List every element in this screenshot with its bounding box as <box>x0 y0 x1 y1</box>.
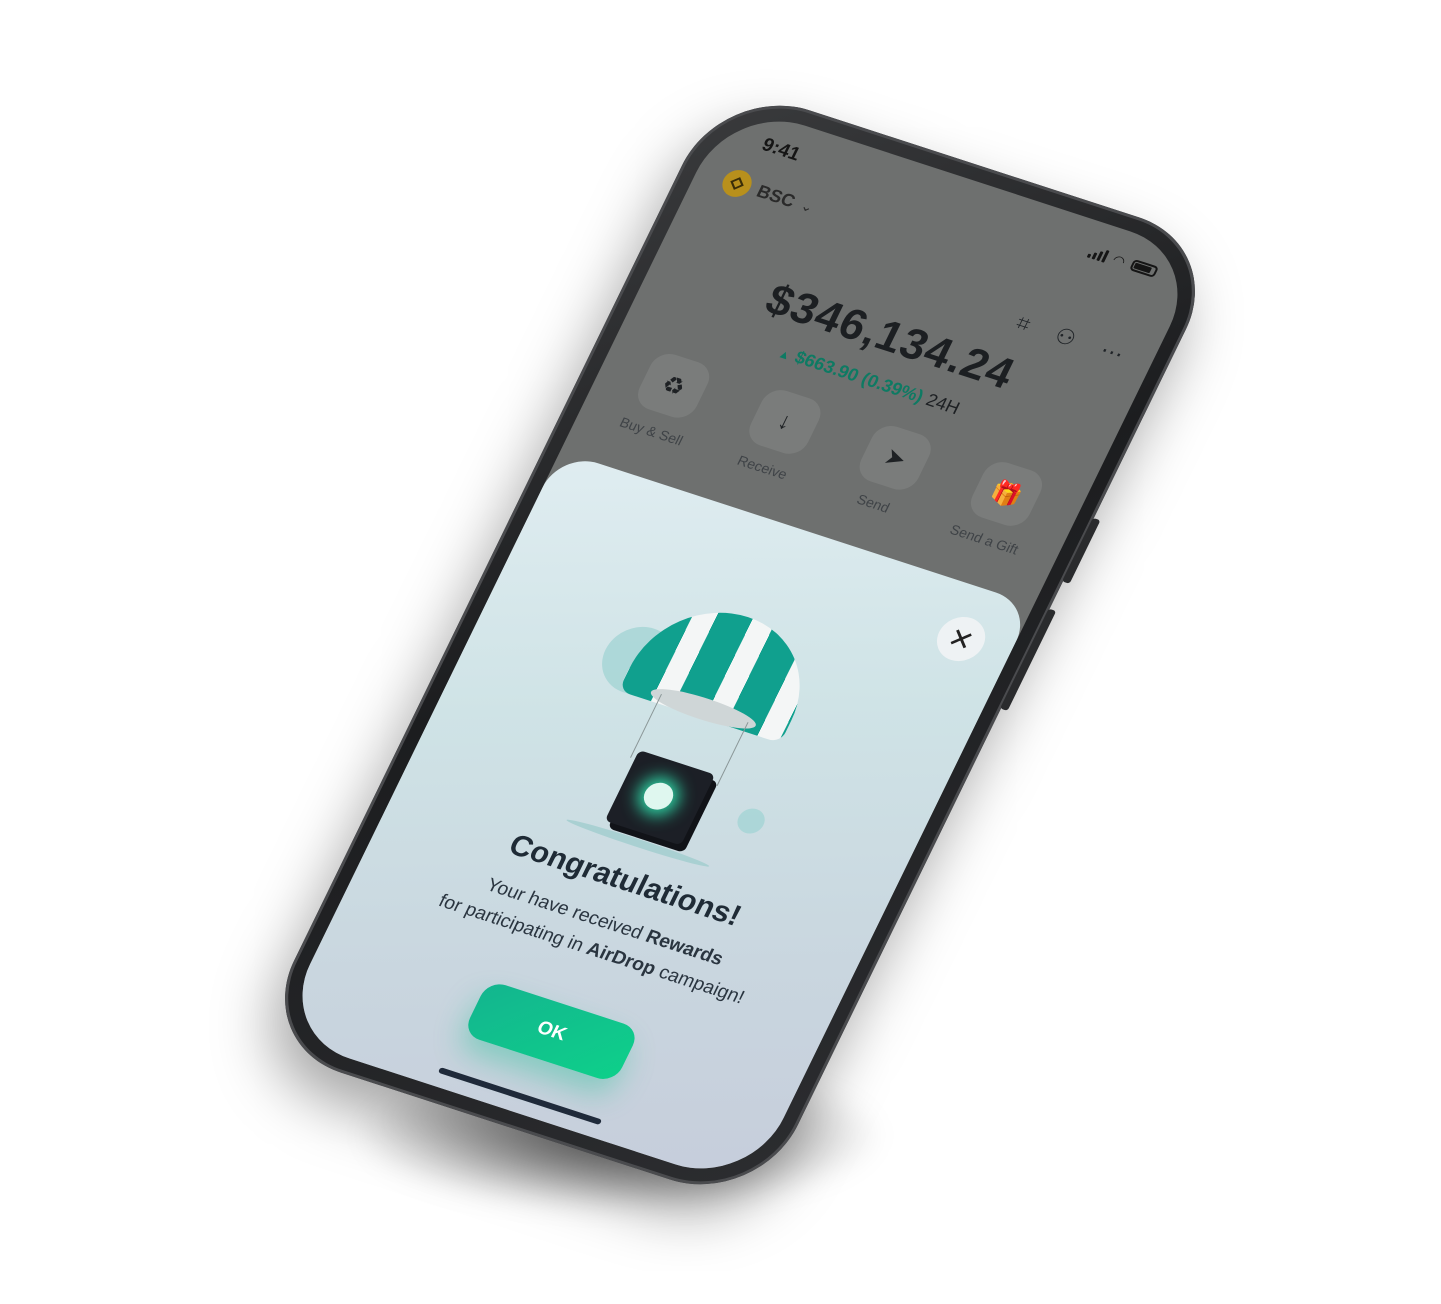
send-label: Send <box>854 490 893 516</box>
phone-device: 9:41 ◠ BSC ⌄ ⌗ ⚇ ⋯ $346,134.24 ▲ $663.90… <box>253 82 1227 1208</box>
receive-label: Receive <box>734 452 791 483</box>
buy-sell-button[interactable]: ♻ Buy & Sell <box>600 343 734 454</box>
receive-button[interactable]: ↓ Receive <box>711 379 845 490</box>
send-button[interactable]: ➤ Send <box>822 415 956 526</box>
signal-icon <box>1086 245 1110 263</box>
battery-icon <box>1129 258 1160 278</box>
airdrop-illustration <box>528 573 871 883</box>
arrow-up-icon: ▲ <box>775 346 794 363</box>
change-period: 24H <box>922 389 964 419</box>
contacts-icon[interactable]: ⚇ <box>1050 323 1081 353</box>
send-gift-button[interactable]: 🎁 Send a Gift <box>933 451 1067 562</box>
system-icons: ◠ <box>1086 243 1160 280</box>
message-line2-suffix: campaign! <box>650 960 748 1009</box>
close-button[interactable]: ✕ <box>929 611 994 668</box>
chevron-down-icon: ⌄ <box>798 196 817 215</box>
network-name: BSC <box>753 180 799 211</box>
phone-screen: 9:41 ◠ BSC ⌄ ⌗ ⚇ ⋯ $346,134.24 ▲ $663.90… <box>275 101 1205 1189</box>
send-gift-label: Send a Gift <box>947 521 1022 558</box>
ok-button[interactable]: OK <box>462 979 641 1084</box>
buy-sell-icon: ♻ <box>631 349 716 423</box>
bsc-logo-icon <box>717 166 757 201</box>
status-time: 9:41 <box>758 134 804 166</box>
ok-label: OK <box>533 1017 570 1046</box>
more-icon[interactable]: ⋯ <box>1096 337 1128 367</box>
wifi-icon: ◠ <box>1110 250 1129 270</box>
crate-light <box>639 779 679 814</box>
buy-sell-label: Buy & Sell <box>617 413 686 449</box>
close-icon: ✕ <box>943 621 980 657</box>
network-selector[interactable]: BSC ⌄ <box>717 166 820 220</box>
scan-icon[interactable]: ⌗ <box>1012 310 1035 337</box>
send-icon: ➤ <box>853 421 938 495</box>
bubble-right <box>732 805 770 837</box>
receive-icon: ↓ <box>742 385 827 459</box>
gift-icon: 🎁 <box>964 457 1049 531</box>
